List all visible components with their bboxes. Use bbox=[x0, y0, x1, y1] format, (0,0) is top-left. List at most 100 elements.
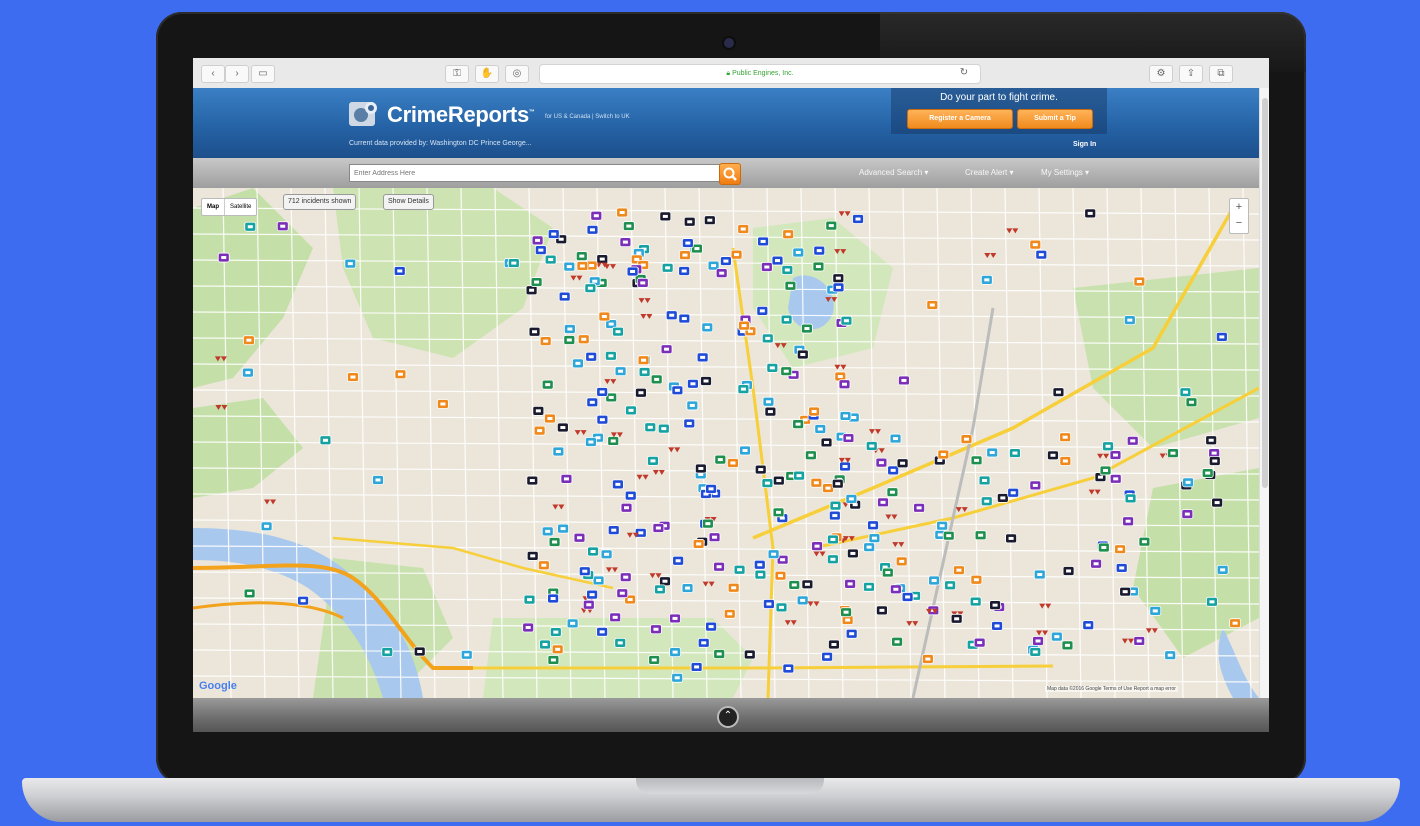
incident-marker[interactable] bbox=[1149, 605, 1162, 616]
incident-marker[interactable] bbox=[584, 283, 597, 294]
incident-marker[interactable] bbox=[1006, 228, 1019, 234]
incident-marker[interactable] bbox=[1133, 276, 1146, 287]
incident-marker[interactable] bbox=[775, 602, 788, 613]
incident-marker[interactable] bbox=[1181, 509, 1194, 519]
incident-marker[interactable] bbox=[782, 663, 795, 674]
incident-marker[interactable] bbox=[1229, 618, 1241, 629]
incident-marker[interactable] bbox=[980, 274, 993, 285]
incident-marker[interactable] bbox=[547, 593, 560, 604]
search-button[interactable] bbox=[719, 163, 741, 185]
incident-marker[interactable] bbox=[852, 214, 864, 224]
incident-marker[interactable] bbox=[507, 258, 520, 268]
incident-marker[interactable] bbox=[1084, 208, 1097, 219]
incident-marker[interactable] bbox=[242, 335, 255, 346]
incident-marker[interactable] bbox=[393, 266, 406, 276]
incident-marker[interactable] bbox=[596, 414, 609, 425]
incident-marker[interactable] bbox=[757, 236, 769, 247]
incident-marker[interactable] bbox=[590, 210, 603, 221]
incident-marker[interactable] bbox=[844, 578, 857, 589]
incident-marker[interactable] bbox=[604, 350, 617, 361]
zoom-out-button[interactable]: − bbox=[1230, 215, 1248, 231]
incident-marker[interactable] bbox=[1005, 533, 1017, 544]
incident-marker[interactable] bbox=[668, 447, 681, 453]
incident-marker[interactable] bbox=[585, 437, 597, 447]
incident-marker[interactable] bbox=[838, 379, 851, 390]
incident-marker[interactable] bbox=[683, 216, 696, 227]
scroll-thumb[interactable] bbox=[1262, 98, 1268, 488]
incident-marker[interactable] bbox=[566, 618, 579, 629]
incident-marker[interactable] bbox=[970, 455, 983, 466]
incident-marker[interactable] bbox=[845, 628, 858, 639]
incident-marker[interactable] bbox=[978, 475, 991, 486]
incident-marker[interactable] bbox=[541, 379, 554, 390]
incident-marker[interactable] bbox=[539, 639, 551, 650]
incident-marker[interactable] bbox=[612, 326, 624, 337]
incident-marker[interactable] bbox=[660, 344, 673, 355]
incident-marker[interactable] bbox=[780, 314, 793, 325]
incident-marker[interactable] bbox=[413, 646, 426, 657]
incident-marker[interactable] bbox=[620, 502, 633, 513]
tabs-icon[interactable]: ⧉ bbox=[1209, 65, 1233, 83]
incident-marker[interactable] bbox=[539, 336, 552, 347]
incident-marker[interactable] bbox=[260, 521, 273, 532]
incident-marker[interactable] bbox=[944, 580, 957, 591]
incident-marker[interactable] bbox=[840, 315, 853, 326]
incident-marker[interactable] bbox=[950, 613, 963, 624]
incident-marker[interactable] bbox=[784, 280, 797, 291]
incident-marker[interactable] bbox=[792, 247, 805, 258]
incident-marker[interactable] bbox=[696, 352, 709, 363]
incident-marker[interactable] bbox=[690, 662, 703, 672]
incident-marker[interactable] bbox=[784, 620, 797, 626]
incident-marker[interactable] bbox=[596, 626, 609, 637]
incident-marker[interactable] bbox=[605, 567, 618, 573]
incident-marker[interactable] bbox=[846, 548, 859, 559]
incident-marker[interactable] bbox=[772, 507, 785, 518]
incident-marker[interactable] bbox=[697, 637, 710, 648]
incident-marker[interactable] bbox=[622, 221, 635, 231]
incident-marker[interactable] bbox=[242, 367, 254, 378]
incident-marker[interactable] bbox=[928, 575, 941, 586]
page-scrollbar[interactable] bbox=[1259, 88, 1269, 698]
incident-marker[interactable] bbox=[1102, 441, 1114, 452]
incident-marker[interactable] bbox=[576, 261, 589, 271]
incident-marker[interactable] bbox=[754, 569, 767, 580]
incident-marker[interactable] bbox=[616, 588, 629, 599]
incident-marker[interactable] bbox=[586, 397, 599, 408]
incident-marker[interactable] bbox=[609, 612, 622, 623]
incident-marker[interactable] bbox=[801, 323, 813, 334]
incident-marker[interactable] bbox=[756, 305, 769, 316]
incident-marker[interactable] bbox=[796, 349, 809, 360]
key-icon[interactable]: ⚿ bbox=[445, 65, 469, 83]
incident-marker[interactable] bbox=[713, 561, 725, 572]
incident-marker[interactable] bbox=[692, 539, 705, 549]
incident-marker[interactable] bbox=[877, 497, 889, 508]
incident-marker[interactable] bbox=[638, 367, 651, 377]
incident-marker[interactable] bbox=[607, 436, 620, 446]
incident-marker[interactable] bbox=[650, 624, 662, 635]
incident-marker[interactable] bbox=[607, 525, 620, 536]
incident-marker[interactable] bbox=[1114, 544, 1127, 555]
incident-marker[interactable] bbox=[868, 429, 881, 435]
incident-marker[interactable] bbox=[827, 554, 839, 565]
incident-marker[interactable] bbox=[681, 238, 694, 248]
incident-marker[interactable] bbox=[557, 523, 569, 534]
incident-marker[interactable] bbox=[766, 362, 779, 373]
incident-marker[interactable] bbox=[715, 268, 728, 279]
incident-marker[interactable] bbox=[1052, 387, 1065, 398]
incident-marker[interactable] bbox=[217, 252, 230, 263]
incident-marker[interactable] bbox=[813, 245, 826, 256]
incident-marker[interactable] bbox=[687, 378, 699, 389]
incident-marker[interactable] bbox=[772, 475, 785, 486]
incident-marker[interactable] bbox=[1133, 636, 1146, 646]
incident-marker[interactable] bbox=[1007, 487, 1020, 498]
incident-marker[interactable] bbox=[636, 474, 649, 480]
incident-marker[interactable] bbox=[547, 229, 560, 239]
satellite-view-tab[interactable]: Satellite bbox=[224, 199, 256, 215]
show-details-button[interactable]: Show Details bbox=[383, 194, 434, 210]
incident-marker[interactable] bbox=[573, 532, 586, 543]
incident-marker[interactable] bbox=[381, 647, 394, 657]
incident-marker[interactable] bbox=[243, 588, 256, 599]
incident-marker[interactable] bbox=[868, 533, 881, 544]
incident-marker[interactable] bbox=[886, 487, 899, 498]
incident-marker[interactable] bbox=[1123, 315, 1136, 326]
